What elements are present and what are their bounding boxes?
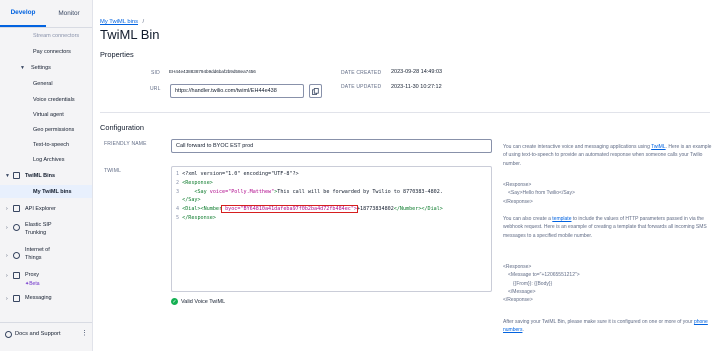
copy-icon xyxy=(312,87,319,95)
sidebar-item-geo-permissions[interactable]: Geo permissions xyxy=(33,127,74,133)
tab-develop[interactable]: Develop xyxy=(0,0,46,27)
sidebar-item-iot-line2: Things xyxy=(25,255,42,261)
section-divider xyxy=(100,112,710,113)
beta-badge: ✦Beta xyxy=(25,281,40,287)
help-paragraph-1: You can create interactive voice and mes… xyxy=(503,144,712,167)
proxy-icon xyxy=(13,272,20,279)
twiml-editor[interactable]: 1 <?xml version="1.0" encoding="UTF-8"?>… xyxy=(171,166,492,292)
url-label: URL xyxy=(150,86,161,92)
chevron-right-icon[interactable]: › xyxy=(6,253,8,259)
twiml-label: TWIML xyxy=(104,168,122,174)
check-icon: ✓ xyxy=(171,298,178,305)
sidebar-item-elastic-sip-line2: Trunking xyxy=(25,230,47,236)
breadcrumb-link-my-twiml-bins[interactable]: My TwiML bins xyxy=(100,19,138,25)
breadcrumb-separator: / xyxy=(142,19,145,25)
date-created-value: 2023-09-28 14:49:03 xyxy=(391,69,443,75)
twiml-docs-link[interactable]: TwiML xyxy=(651,144,665,150)
sip-trunking-icon xyxy=(13,224,20,231)
copy-url-button[interactable] xyxy=(309,84,322,98)
sidebar-tabs: Develop Monitor xyxy=(0,0,92,28)
chevron-down-icon[interactable]: ▼ xyxy=(20,65,25,71)
help-example-2: <Response> <Message to="+12065551212"> {… xyxy=(503,264,580,304)
friendly-name-label: FRIENDLY NAME xyxy=(104,141,147,147)
validation-text: Valid Voice TwiML xyxy=(181,298,226,305)
sidebar-item-settings[interactable]: Settings xyxy=(31,65,51,71)
sidebar-item-iot[interactable]: Internet of xyxy=(25,247,50,253)
tab-monitor[interactable]: Monitor xyxy=(46,0,92,27)
messaging-icon xyxy=(13,295,20,302)
validation-status: ✓ Valid Voice TwiML xyxy=(171,298,225,305)
main-content: My TwiML bins / TwiML Bin Properties SID… xyxy=(93,0,720,351)
sidebar-item-voice-credentials[interactable]: Voice credentials xyxy=(33,97,75,103)
docs-and-support-link[interactable]: Docs and Support xyxy=(15,331,61,337)
byoc-highlight: byoc="BY64810a41dafeba97f0b2ba4d72fb484e… xyxy=(221,205,358,214)
sidebar-item-twiml-bins[interactable]: TwiML Bins xyxy=(25,173,55,179)
docs-support-icon xyxy=(5,331,12,338)
breadcrumb: My TwiML bins / xyxy=(100,10,144,28)
more-options-icon[interactable]: ⋮ xyxy=(81,329,88,337)
chevron-right-icon[interactable]: › xyxy=(6,273,8,279)
page-title: TwiML Bin xyxy=(100,27,160,42)
chevron-right-icon[interactable]: › xyxy=(6,296,8,302)
date-updated-value: 2023-11-30 10:27:12 xyxy=(391,84,442,90)
sidebar-item-elastic-sip[interactable]: Elastic SIP xyxy=(25,222,52,228)
sidebar-item-virtual-agent[interactable]: Virtual agent xyxy=(33,112,64,118)
api-explorer-icon xyxy=(13,205,20,212)
url-field[interactable]: https://handler.twilio.com/twiml/EH44e43… xyxy=(170,84,304,98)
sid-label: SID xyxy=(151,70,160,76)
sidebar-item-stream-connectors[interactable]: Stream connectors xyxy=(33,33,79,39)
template-docs-link[interactable]: template xyxy=(552,216,571,222)
help-paragraph-3: After saving your TwiML Bin, please make… xyxy=(503,319,708,334)
help-example-1: <Response> <Say>Hello from Twilio</Say> … xyxy=(503,182,575,205)
sidebar-item-messaging[interactable]: Messaging xyxy=(25,295,52,301)
sidebar-item-my-twiml-bins[interactable]: My TwiML bins xyxy=(33,189,72,195)
twiml-bins-icon xyxy=(13,172,20,179)
date-updated-label: DATE UPDATED xyxy=(341,84,382,90)
sidebar: Develop Monitor Stream connectors Pay co… xyxy=(0,0,93,351)
sidebar-item-proxy[interactable]: Proxy xyxy=(25,272,39,278)
sidebar-item-text-to-speech[interactable]: Text-to-speech xyxy=(33,142,69,148)
friendly-name-input[interactable]: Call forward to BYOC EST prod xyxy=(171,139,492,153)
iot-icon xyxy=(13,252,20,259)
sidebar-item-api-explorer[interactable]: API Explorer xyxy=(25,206,56,212)
code-content: 1 <?xml version="1.0" encoding="UTF-8"?>… xyxy=(176,171,443,221)
help-paragraph-2: You can also create a template to includ… xyxy=(503,216,707,239)
chevron-right-icon[interactable]: › xyxy=(6,225,8,231)
properties-heading: Properties xyxy=(100,50,134,59)
sidebar-item-general[interactable]: General xyxy=(33,81,53,87)
sid-value: EH44e438838794b9dd6baf2b9d58ea7456 xyxy=(169,69,256,74)
sidebar-item-pay-connectors[interactable]: Pay connectors xyxy=(33,49,71,55)
chevron-right-icon[interactable]: › xyxy=(6,206,8,212)
sidebar-footer: Docs and Support ⋮ xyxy=(0,322,92,344)
date-created-label: DATE CREATED xyxy=(341,70,382,76)
chevron-down-icon[interactable]: ▼ xyxy=(5,173,10,179)
sidebar-item-log-archives[interactable]: Log Archives xyxy=(33,157,65,163)
configuration-heading: Configuration xyxy=(100,123,144,132)
